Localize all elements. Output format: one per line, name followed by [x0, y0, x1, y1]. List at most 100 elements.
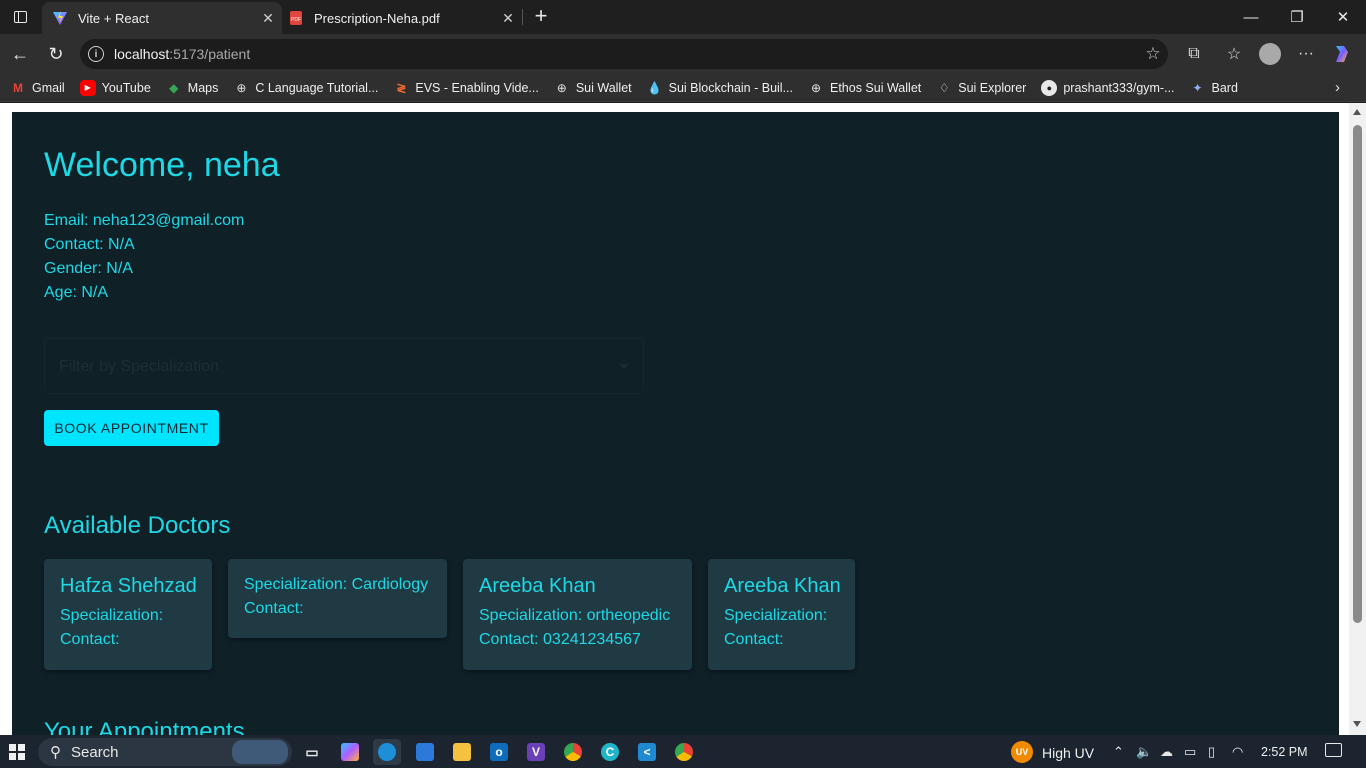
- patient-gender: Gender: N/A: [44, 260, 133, 277]
- bard-sparkle-icon: ✦: [1192, 80, 1203, 95]
- store-taskbar-icon[interactable]: [411, 739, 439, 765]
- bookmark-sui-blockchain[interactable]: 💧 Sui Blockchain - Buil...: [647, 80, 793, 96]
- windows-start-icon[interactable]: [9, 744, 25, 760]
- bookmark-label: Sui Explorer: [958, 80, 1027, 95]
- profile-avatar[interactable]: [1256, 40, 1284, 68]
- file-explorer-taskbar-icon[interactable]: [448, 739, 476, 765]
- tab-prescription-pdf[interactable]: PDF Prescription-Neha.pdf ✕: [282, 2, 522, 34]
- tab-title: Prescription-Neha.pdf: [314, 10, 440, 26]
- doctor-specialization: Specialization:: [60, 607, 164, 624]
- bookmark-youtube[interactable]: ▶ YouTube: [79, 79, 151, 96]
- site-info-icon[interactable]: i: [88, 46, 104, 62]
- doctor-contact: Contact:: [724, 631, 784, 648]
- doctor-contact: Contact:: [244, 600, 304, 617]
- chevron-right-icon[interactable]: ›: [1335, 79, 1340, 96]
- copilot-icon[interactable]: [1328, 40, 1356, 68]
- bookmark-label: Sui Wallet: [575, 80, 632, 95]
- evs-icon: ≷: [396, 80, 407, 95]
- book-appointment-button[interactable]: BOOK APPOINTMENT: [44, 410, 219, 446]
- tab-vite-react[interactable]: Vite + React ✕: [42, 2, 282, 34]
- notification-icon[interactable]: [1325, 743, 1342, 757]
- page-scrollbar[interactable]: [1349, 103, 1366, 735]
- close-tab-icon[interactable]: ✕: [254, 10, 282, 27]
- pdf-icon: PDF: [290, 11, 302, 25]
- bookmark-label: C Language Tutorial...: [255, 80, 379, 95]
- favorites-icon[interactable]: ☆: [1220, 40, 1248, 68]
- bookmark-label: Bard: [1211, 80, 1238, 95]
- vscode-taskbar-icon[interactable]: <: [633, 739, 661, 765]
- browser-toolbar: ← ↻ i localhost:5173/patient ☆ ⧉ ☆ ···: [0, 34, 1366, 74]
- bookmark-label: Ethos Sui Wallet: [830, 80, 922, 95]
- bookmark-label: EVS - Enabling Vide...: [415, 80, 539, 95]
- restore-icon[interactable]: ❐: [1274, 0, 1320, 34]
- page-title: Welcome, neha: [44, 146, 280, 184]
- back-arrow-icon[interactable]: ←: [4, 38, 36, 70]
- onedrive-cloud-icon[interactable]: ☁: [1160, 744, 1173, 760]
- doctor-card[interactable]: Areeba Khan Specialization: ortheopedic …: [463, 559, 692, 670]
- url-text[interactable]: localhost:5173/patient: [114, 46, 1138, 62]
- doctor-name: Areeba Khan: [724, 575, 841, 597]
- chrome-taskbar-icon[interactable]: [559, 739, 587, 765]
- doctor-card[interactable]: Specialization: Cardiology Contact:: [228, 559, 447, 638]
- windows-taskbar: ⚲ Search ▭ o V C < UV High UV ⌃ 🔈 ☁ ▭ ▯ …: [0, 735, 1366, 768]
- bookmark-maps[interactable]: ◆ Maps: [166, 80, 219, 96]
- outlook-taskbar-icon[interactable]: o: [485, 739, 513, 765]
- bookmarks-bar: M Gmail ▶ YouTube ◆ Maps ⊕ C Language Tutori…: [0, 74, 1366, 102]
- tab-actions-icon[interactable]: [0, 0, 40, 34]
- copilot-taskbar-icon[interactable]: [336, 739, 364, 765]
- visual-studio-taskbar-icon[interactable]: V: [522, 739, 550, 765]
- doctor-name: Hafza Shehzad: [60, 575, 197, 597]
- extensions-puzzle-icon[interactable]: ⧉: [1180, 40, 1208, 68]
- patient-contact: Contact: N/A: [44, 236, 135, 253]
- edge-taskbar-icon[interactable]: [373, 739, 401, 765]
- scrollbar-thumb[interactable]: [1353, 125, 1362, 623]
- bookmark-bard[interactable]: ✦ Bard: [1190, 80, 1238, 96]
- available-doctors-heading: Available Doctors: [44, 512, 231, 539]
- maps-icon: ◆: [169, 80, 179, 95]
- bookmark-evs[interactable]: ≷ EVS - Enabling Vide...: [393, 80, 539, 96]
- bookmark-sui-wallet[interactable]: ⊕ Sui Wallet: [554, 80, 632, 96]
- close-tab-icon[interactable]: ✕: [494, 10, 522, 27]
- search-highlight-image: [232, 740, 288, 764]
- device-icon[interactable]: ▯: [1208, 744, 1215, 760]
- scroll-down-arrow-icon[interactable]: [1353, 721, 1361, 727]
- speaker-icon[interactable]: 🔈: [1136, 744, 1152, 760]
- doctor-card[interactable]: Areeba Khan Specialization: Contact:: [708, 559, 855, 670]
- doctor-contact: Contact: 03241234567: [479, 631, 641, 648]
- minimize-icon[interactable]: —: [1228, 0, 1274, 34]
- taskbar-clock[interactable]: 2:52 PM: [1261, 745, 1308, 759]
- specialization-filter-select[interactable]: Filter by Specialization: [44, 338, 644, 394]
- doctor-name: Areeba Khan: [479, 575, 596, 597]
- close-window-icon[interactable]: ✕: [1320, 0, 1366, 34]
- filter-placeholder: Filter by Specialization: [59, 358, 220, 375]
- bookmark-label: Maps: [187, 80, 219, 95]
- address-bar[interactable]: i localhost:5173/patient ☆: [80, 39, 1168, 69]
- favorite-star-icon[interactable]: ☆: [1138, 44, 1168, 64]
- wifi-icon[interactable]: ◠: [1232, 744, 1243, 760]
- chrome-profile-taskbar-icon[interactable]: [670, 739, 698, 765]
- reload-icon[interactable]: ↻: [40, 38, 72, 70]
- bookmark-c-language[interactable]: ⊕ C Language Tutorial...: [233, 80, 378, 96]
- bookmark-label: prashant333/gym-...: [1063, 80, 1175, 95]
- chevron-up-icon[interactable]: ⌃: [1113, 744, 1124, 760]
- weather-text[interactable]: High UV: [1042, 745, 1094, 761]
- more-menu-icon[interactable]: ···: [1292, 40, 1320, 68]
- weather-uv-icon[interactable]: UV: [1011, 741, 1033, 763]
- taskbar-search-box[interactable]: ⚲ Search: [38, 738, 292, 766]
- bookmark-sui-explorer[interactable]: ♢ Sui Explorer: [936, 80, 1026, 96]
- canva-taskbar-icon[interactable]: C: [596, 739, 624, 765]
- bookmark-ethos-sui-wallet[interactable]: ⊕ Ethos Sui Wallet: [808, 80, 921, 96]
- bookmark-gmail[interactable]: M Gmail: [10, 80, 65, 96]
- task-view-icon[interactable]: ▭: [298, 739, 326, 765]
- doctor-card[interactable]: Hafza Shehzad Specialization: Contact:: [44, 559, 212, 670]
- dropdown-arrow-icon: [619, 364, 629, 369]
- patient-dashboard: Welcome, neha Email: neha123@gmail.com C…: [12, 112, 1339, 735]
- bookmark-github[interactable]: ● prashant333/gym-...: [1041, 79, 1175, 96]
- sui-drop-icon: 💧: [647, 80, 663, 95]
- globe-icon: ⊕: [236, 80, 247, 95]
- scroll-up-arrow-icon[interactable]: [1353, 109, 1361, 115]
- doctor-contact: Contact:: [60, 631, 120, 648]
- patient-email: Email: neha123@gmail.com: [44, 212, 245, 229]
- new-tab-plus-icon[interactable]: +: [528, 2, 554, 30]
- battery-icon[interactable]: ▭: [1184, 744, 1196, 760]
